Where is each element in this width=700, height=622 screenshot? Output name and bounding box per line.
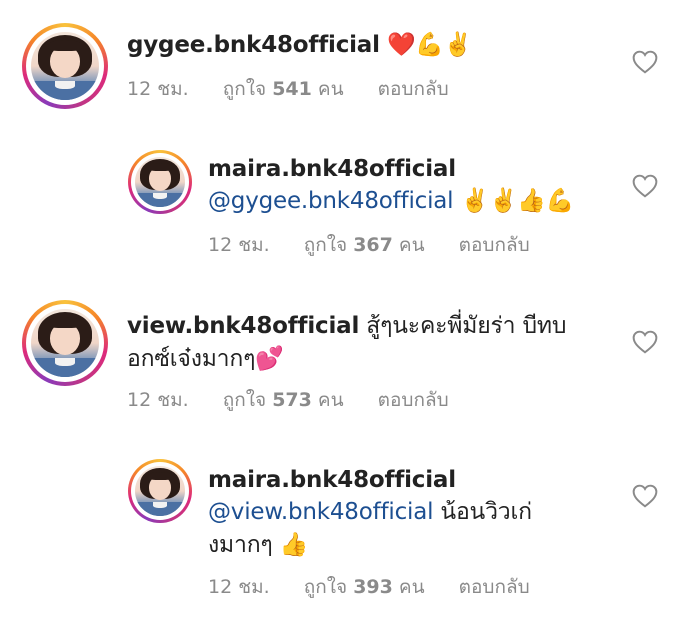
username-link[interactable]: maira.bnk48official	[208, 467, 456, 493]
likes-link[interactable]: ถูกใจ 573 คน	[223, 389, 344, 411]
timestamp: 12 ชม.	[127, 78, 189, 100]
timestamp: 12 ชม.	[208, 234, 270, 256]
comment-text: งมากๆ	[208, 532, 273, 558]
timestamp: 12 ชม.	[208, 576, 270, 598]
comment-text: น้อนวิวเก่	[433, 499, 532, 525]
username-link[interactable]: gygee.bnk48official	[127, 32, 380, 58]
avatar[interactable]	[128, 459, 192, 523]
heart-outline-icon[interactable]	[632, 484, 658, 508]
mention-link[interactable]: @view.bnk48official	[208, 499, 434, 525]
likes-link[interactable]: ถูกใจ 367 คน	[304, 234, 425, 256]
username-link[interactable]: maira.bnk48official	[208, 156, 456, 182]
comment-text: สู้ๆนะคะพี่มัยร่า บีทบ	[366, 313, 567, 339]
heart-outline-icon[interactable]	[632, 330, 658, 354]
reply-button[interactable]: ตอบกลับ	[459, 234, 530, 256]
comment-emoji: 💕	[255, 346, 284, 372]
avatar[interactable]	[22, 23, 108, 109]
username-link[interactable]: view.bnk48official	[127, 313, 359, 339]
timestamp: 12 ชม.	[127, 389, 189, 411]
reply-button[interactable]: ตอบกลับ	[378, 389, 449, 411]
likes-link[interactable]: ถูกใจ 541 คน	[223, 78, 344, 100]
heart-outline-icon[interactable]	[632, 50, 658, 74]
heart-outline-icon[interactable]	[632, 174, 658, 198]
comment-text: อกซ์เจ๋งมากๆ	[127, 346, 256, 372]
reply-button[interactable]: ตอบกลับ	[459, 576, 530, 598]
mention-link[interactable]: @gygee.bnk48official	[208, 188, 454, 214]
comment-emoji: ✌️✌️👍💪	[460, 188, 575, 214]
comment-emoji: ❤️💪✌️	[386, 32, 473, 58]
likes-link[interactable]: ถูกใจ 393 คน	[304, 576, 425, 598]
avatar[interactable]	[22, 300, 108, 386]
reply-button[interactable]: ตอบกลับ	[378, 78, 449, 100]
avatar[interactable]	[128, 150, 192, 214]
comment-emoji: 👍	[279, 532, 309, 558]
